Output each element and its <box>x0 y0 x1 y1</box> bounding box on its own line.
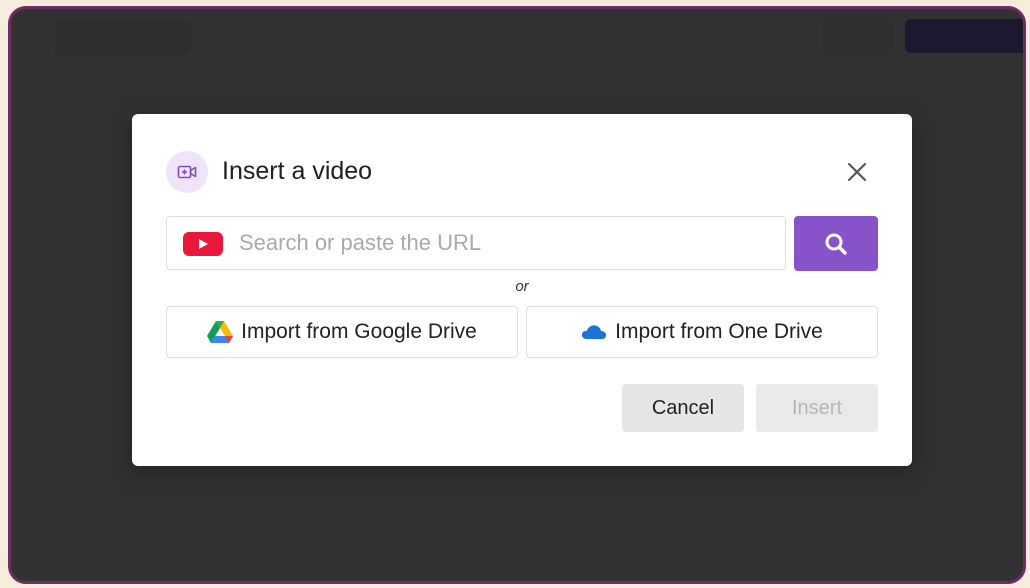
insert-video-dialog: Insert a video or Import from Google Dri… <box>132 114 912 466</box>
search-icon <box>825 233 847 255</box>
background-toolbar-button <box>905 19 1023 53</box>
insert-button[interactable]: Insert <box>756 384 878 432</box>
import-google-drive-button[interactable]: Import from Google Drive <box>166 306 518 358</box>
google-drive-icon <box>207 321 234 343</box>
background-toolbar-item <box>823 19 893 53</box>
youtube-icon <box>183 232 223 256</box>
search-input[interactable] <box>239 217 769 269</box>
import-one-drive-button[interactable]: Import from One Drive <box>526 306 878 358</box>
onedrive-cloud-icon <box>582 325 607 339</box>
close-button[interactable] <box>843 158 871 186</box>
close-icon <box>847 162 867 182</box>
dialog-title: Insert a video <box>222 157 373 185</box>
video-plus-icon <box>166 151 208 193</box>
import-google-drive-label: Import from Google Drive <box>241 320 477 343</box>
cancel-button[interactable]: Cancel <box>622 384 744 432</box>
search-button[interactable] <box>794 216 878 271</box>
or-separator: or <box>515 278 529 295</box>
import-one-drive-label: Import from One Drive <box>615 320 823 343</box>
background-toolbar-item <box>55 21 191 55</box>
video-url-field[interactable] <box>166 216 786 270</box>
